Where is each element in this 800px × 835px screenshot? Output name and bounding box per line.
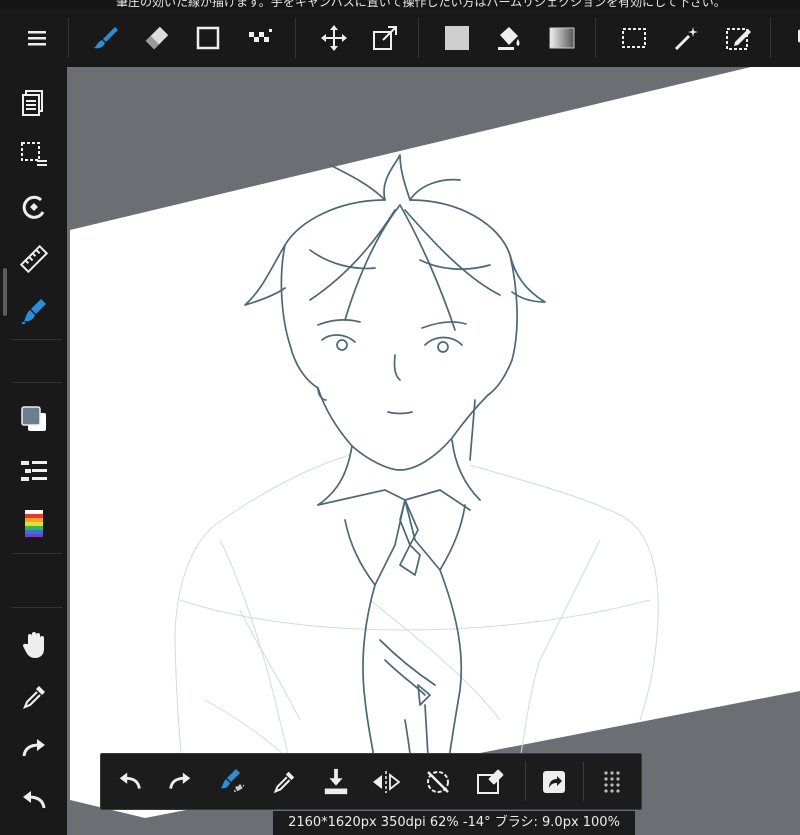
top-toolbar (0, 9, 800, 67)
left-sidebar (0, 67, 67, 835)
divider (12, 382, 62, 383)
eyedropper-icon[interactable] (261, 754, 307, 809)
canvas-page (70, 67, 800, 818)
select-pen-icon[interactable] (716, 9, 760, 67)
layer-list-icon[interactable] (10, 449, 58, 493)
move-icon[interactable] (312, 9, 356, 67)
color-icon[interactable] (10, 397, 58, 441)
transform-icon[interactable] (363, 9, 407, 67)
menu-icon[interactable] (15, 9, 59, 67)
rotate-reset-icon[interactable] (415, 754, 461, 809)
quick-access-bar (100, 753, 642, 810)
status-bar: 2160*1620px 350dpi 62% -14° ブラシ: 9.0px 1… (273, 811, 635, 835)
drawing-canvas[interactable] (67, 67, 800, 835)
hint-text: 筆圧の効いた線が描けます。手をキャンバスに置いて操作したい方はパームリジェクショ… (116, 0, 726, 9)
divider (595, 18, 596, 58)
clear-icon[interactable] (467, 754, 513, 809)
redo-icon[interactable] (157, 754, 203, 809)
divider (770, 18, 771, 58)
save-icon[interactable] (313, 754, 359, 809)
flip-icon[interactable] (363, 754, 409, 809)
divider (68, 18, 69, 58)
divider (12, 339, 62, 340)
ruler-icon[interactable] (10, 237, 58, 281)
bucket-icon[interactable] (487, 9, 531, 67)
undo-icon[interactable] (10, 779, 58, 823)
divider (525, 762, 526, 801)
brush-eraser-toggle-icon[interactable] (209, 754, 255, 809)
hand-icon[interactable] (10, 623, 58, 667)
brush-settings-icon[interactable] (10, 289, 58, 333)
canvas-workspace[interactable] (67, 67, 800, 835)
fill-color-icon[interactable] (435, 9, 479, 67)
cube-icon[interactable] (782, 9, 800, 67)
divider (12, 553, 62, 554)
select-rect-icon[interactable] (612, 9, 656, 67)
snap-icon[interactable] (10, 185, 58, 229)
hint-banner: 筆圧の効いた線が描けます。手をキャンバスに置いて操作したい方はパームリジェクショ… (0, 0, 800, 9)
magic-wand-icon[interactable] (664, 9, 708, 67)
sidebar-scroll-handle[interactable] (3, 268, 7, 316)
eraser-icon[interactable] (135, 9, 179, 67)
layers-icon[interactable] (10, 81, 58, 125)
divider (418, 18, 419, 58)
palette-icon[interactable] (10, 501, 58, 545)
redo-icon[interactable] (10, 727, 58, 771)
divider (12, 607, 62, 608)
undo-icon[interactable] (107, 754, 153, 809)
divider (295, 18, 296, 58)
dot-pen-icon[interactable] (238, 9, 282, 67)
share-icon[interactable] (531, 754, 577, 809)
more-icon[interactable] (589, 754, 635, 809)
shape-icon[interactable] (186, 9, 230, 67)
brush-icon[interactable] (84, 9, 128, 67)
divider (583, 762, 584, 801)
selection-layer-icon[interactable] (10, 133, 58, 177)
gradient-icon[interactable] (540, 9, 584, 67)
eyedropper-icon[interactable] (10, 675, 58, 719)
